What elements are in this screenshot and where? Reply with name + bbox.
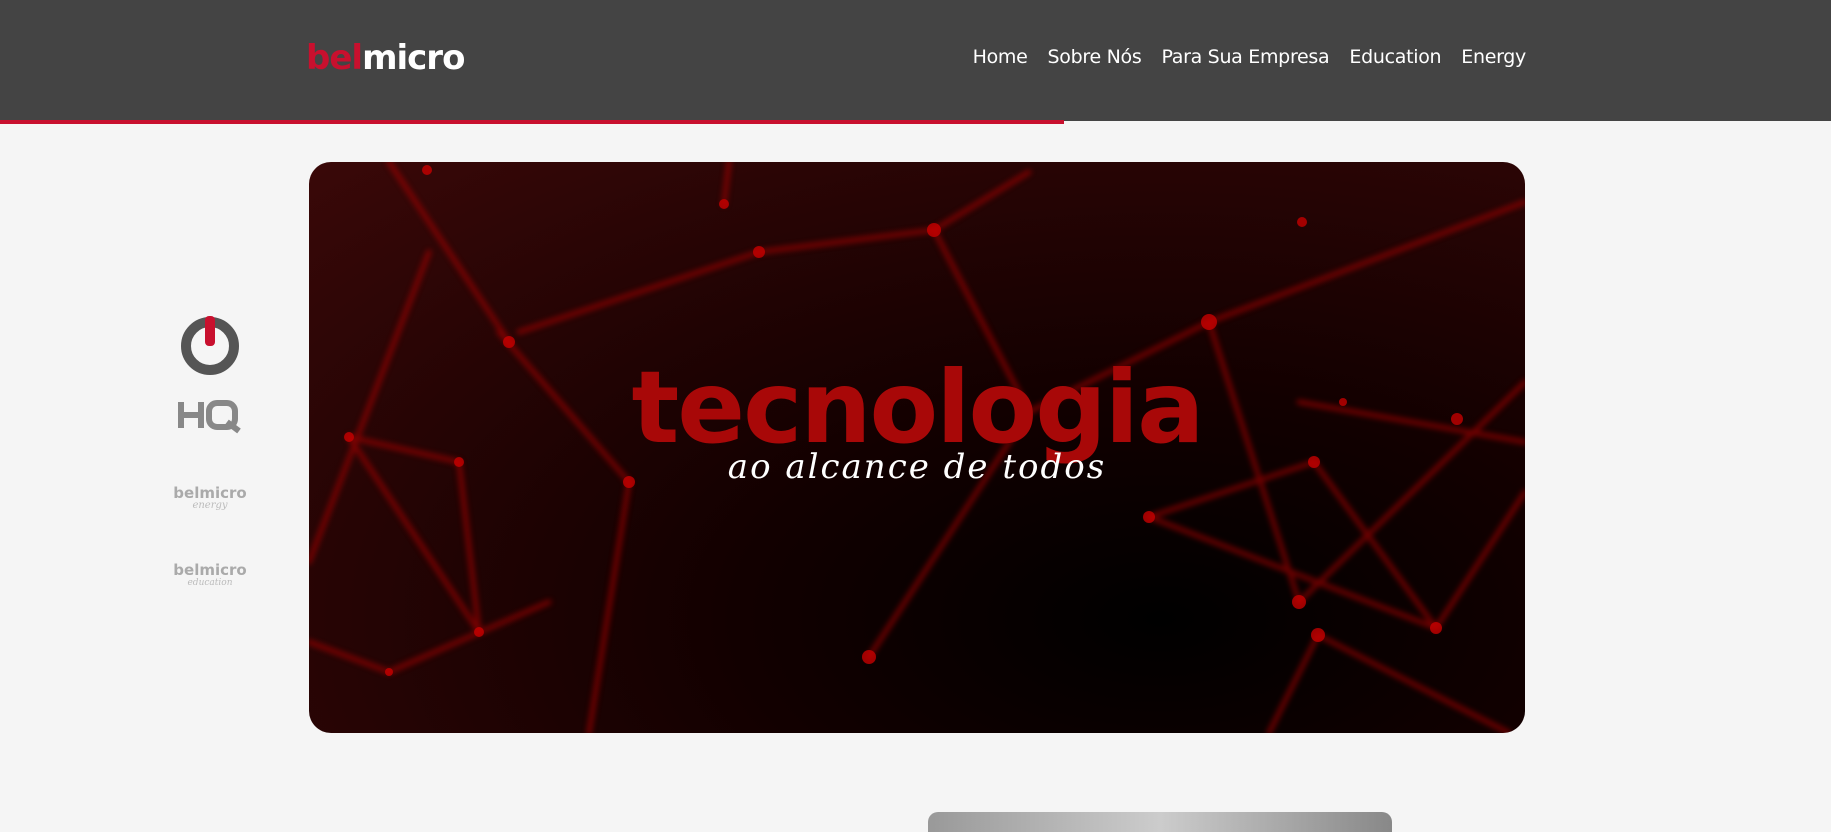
hero-subtitle: ao alcance de todos	[727, 447, 1107, 487]
nav-education[interactable]: Education	[1349, 46, 1441, 68]
hq-logo-link[interactable]: HQ	[177, 398, 243, 438]
belmicro-logo[interactable]: belmicro	[306, 36, 465, 80]
main-nav: Home Sobre Nós Para Sua Empresa Educatio…	[973, 46, 1527, 68]
brand-sidebar: HQ belmicro energy belmicro education	[170, 310, 250, 588]
energy-logo-text: belmicro	[173, 484, 247, 502]
hero-title: tecnologia	[631, 349, 1204, 466]
education-logo-text: belmicro	[173, 561, 247, 579]
site-header: belmicro Home Sobre Nós Para Sua Empresa…	[0, 0, 1831, 121]
scroll-progress-bar	[0, 120, 1064, 124]
hero-banner[interactable]: tecnologia ao alcance de todos	[309, 162, 1525, 733]
nav-energy[interactable]: Energy	[1461, 46, 1526, 68]
belmicro-energy-link[interactable]: belmicro energy	[173, 486, 246, 511]
power-logo-link[interactable]	[177, 310, 243, 380]
next-section-card	[928, 812, 1392, 832]
nav-sobre-nos[interactable]: Sobre Nós	[1048, 46, 1142, 68]
energy-logo-sub: energy	[192, 500, 228, 511]
education-logo-sub: education	[187, 578, 233, 588]
logo-part-micro: micro	[362, 38, 465, 78]
nav-home[interactable]: Home	[973, 46, 1028, 68]
belmicro-education-link[interactable]: belmicro education	[173, 561, 247, 589]
power-icon	[181, 316, 239, 375]
nav-para-sua-empresa[interactable]: Para Sua Empresa	[1161, 46, 1329, 68]
logo-part-bel: bel	[306, 38, 363, 78]
hq-logo-icon	[178, 400, 241, 434]
